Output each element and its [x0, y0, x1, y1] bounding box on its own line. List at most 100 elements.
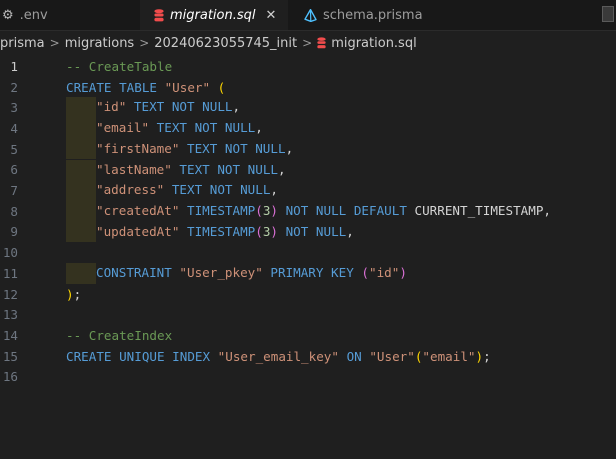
code-text: -- CreateIndex [66, 328, 172, 343]
code-text: CREATE UNIQUE INDEX "User_email_key" ON … [66, 349, 491, 364]
code-line[interactable]: 6 "lastName" TEXT NOT NULL, [0, 159, 616, 181]
code-text: -- CreateTable [66, 59, 172, 74]
code-token: TEXT NOT NULL [149, 119, 256, 135]
code-line[interactable]: 7 "address" TEXT NOT NULL, [0, 180, 616, 201]
code-line[interactable]: 12); [0, 284, 616, 305]
code-line[interactable]: 11 CONSTRAINT "User_pkey" PRIMARY KEY ("i… [0, 263, 616, 284]
code-token: , [277, 161, 286, 177]
code-line[interactable]: 15 CREATE UNIQUE INDEX "User_email_key" O… [0, 346, 616, 367]
code-token: TIMESTAMP [179, 223, 256, 239]
breadcrumb-item-prisma[interactable]: prisma [0, 36, 45, 51]
code-text: ); [66, 287, 81, 302]
code-token: ( [217, 79, 226, 95]
breadcrumb-separator: > [302, 36, 313, 50]
code-token: ( [255, 202, 263, 218]
code-token: ( [255, 223, 263, 239]
indent-highlight [66, 221, 96, 243]
tab-schema-prisma[interactable]: schema.prisma [288, 0, 424, 30]
code-token: CURRENT_TIMESTAMP [414, 202, 544, 218]
code-token: "firstName" [96, 140, 180, 156]
code-text: "createdAt" TIMESTAMP(3) NOT NULL DEFAUL… [66, 200, 551, 222]
code-text: "id" TEXT NOT NULL, [66, 97, 241, 119]
code-token: , [270, 182, 278, 198]
line-number: 5 [10, 141, 18, 157]
code-token: ON [338, 348, 370, 364]
code-line[interactable]: 1 -- CreateTable [0, 56, 616, 77]
code-token: ) [399, 264, 407, 280]
code-line[interactable]: 5 "firstName" TEXT NOT NULL, [0, 138, 616, 160]
code-token: TEXT NOT NULL [171, 161, 278, 177]
breadcrumb: prisma > migrations > 20240623055745_ini… [0, 31, 616, 55]
line-number: 7 [10, 183, 18, 199]
breadcrumb-item-init[interactable]: 20240623055745_init [154, 36, 297, 51]
code-token: CREATE TABLE [66, 79, 165, 95]
code-line[interactable]: 8 "createdAt" TIMESTAMP(3) NOT NULL DEFAU… [0, 200, 616, 222]
line-number: 1 [10, 58, 18, 74]
code-token: "id" [96, 99, 127, 115]
tab-migration-sql[interactable]: migration.sql ✕ [140, 0, 288, 30]
code-token: "User_pkey" [179, 264, 263, 280]
code-token: ; [73, 286, 82, 302]
line-number: 6 [10, 162, 18, 178]
code-text: "firstName" TEXT NOT NULL, [66, 138, 293, 160]
code-text: "email" TEXT NOT NULL, [66, 118, 263, 139]
line-number: 14 [2, 327, 18, 343]
code-token: , [346, 223, 354, 239]
code-line[interactable]: 3 "id" TEXT NOT NULL, [0, 97, 616, 119]
code-token: "email" [96, 119, 150, 135]
indent-highlight [66, 97, 96, 119]
line-number: 10 [2, 245, 18, 261]
code-token: ) [66, 286, 74, 302]
code-token: TEXT NOT NULL [179, 140, 286, 156]
code-token: -- CreateTable [66, 58, 173, 74]
code-token: "createdAt" [96, 202, 180, 218]
indent-highlight [66, 263, 96, 284]
line-number: 11 [2, 265, 18, 281]
code-token: CONSTRAINT [96, 264, 180, 280]
line-number: 13 [2, 307, 18, 323]
code-line[interactable]: 16 [0, 367, 616, 388]
code-token: ) [270, 202, 279, 218]
tab-migration-sql-label: migration.sql [170, 7, 256, 23]
breadcrumb-item-migration-sql[interactable]: migration.sql [331, 36, 417, 51]
breadcrumb-item-migrations[interactable]: migrations [65, 36, 135, 51]
code-line[interactable]: 9 "updatedAt" TIMESTAMP(3) NOT NULL, [0, 221, 616, 243]
line-number: 8 [10, 203, 18, 219]
code-token: "id" [368, 264, 400, 280]
line-number: 4 [10, 120, 18, 136]
line-number: 16 [2, 369, 18, 385]
breadcrumb-separator: > [139, 36, 150, 50]
code-token: TEXT NOT NULL [126, 99, 233, 115]
code-editor[interactable]: 1 -- CreateTable 2 CREATE TABLE "User" (3 "i… [0, 56, 616, 459]
code-token: "address" [96, 182, 165, 198]
indent-highlight [66, 200, 96, 222]
code-line[interactable]: 2 CREATE TABLE "User" ( [0, 77, 616, 98]
breadcrumb-separator: > [49, 36, 60, 50]
code-line[interactable]: 10 [0, 242, 616, 263]
prisma-icon [288, 8, 317, 22]
tab-schema-prisma-label: schema.prisma [323, 7, 423, 23]
code-text: CREATE TABLE "User" ( [66, 80, 225, 95]
code-token: CREATE UNIQUE INDEX [66, 348, 218, 364]
code-token: "User" [369, 348, 415, 364]
indent-highlight [66, 118, 96, 139]
database-icon [140, 8, 164, 22]
code-text: "address" TEXT NOT NULL, [66, 180, 278, 201]
code-token: "User_email_key" [217, 348, 339, 364]
indent-highlight [66, 180, 96, 201]
line-number: 15 [2, 348, 18, 364]
tab-env-label: .env [19, 7, 48, 23]
code-line[interactable]: 4 "email" TEXT NOT NULL, [0, 118, 616, 139]
editor-tab-bar: ⚙ .env migration.sql ✕ schema.prisma [0, 0, 616, 31]
split-editor-icon[interactable] [602, 6, 614, 22]
code-token: , [232, 99, 241, 115]
code-line[interactable]: 14 -- CreateIndex [0, 325, 616, 346]
close-icon[interactable]: ✕ [266, 8, 277, 23]
code-token: , [543, 202, 551, 218]
code-token: NOT NULL DEFAULT [278, 202, 415, 218]
code-token: ; [483, 348, 491, 364]
line-number: 12 [2, 286, 18, 302]
code-line[interactable]: 13 [0, 304, 616, 325]
tab-env[interactable]: ⚙ .env [0, 0, 140, 30]
